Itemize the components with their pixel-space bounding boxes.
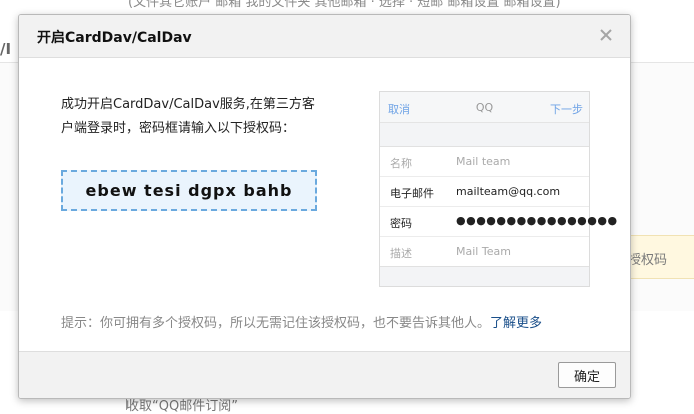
- row-label: 电子邮件: [390, 187, 434, 200]
- ok-button[interactable]: 确定: [558, 362, 616, 388]
- phone-nav-bar: QQ 取消 下一步: [380, 92, 589, 123]
- hint-message: 提示：你可拥有多个授权码，所以无需记住该授权码，也不要告诉其他人。: [61, 316, 491, 331]
- row-value: mailteam@qq.com: [456, 185, 561, 198]
- row-value: Mail team: [456, 155, 511, 168]
- background-badge-text: 授权码: [628, 253, 668, 268]
- phone-nav-next: 下一步: [550, 103, 583, 116]
- phone-row-password: 密码 ●●●●●●●●●●●●●●●●: [380, 207, 617, 237]
- hint-text: 提示：你可拥有多个授权码，所以无需记住该授权码，也不要告诉其他人。了解更多: [61, 312, 621, 331]
- dialog-footer: 确定: [19, 351, 630, 398]
- carddav-dialog: 开启CardDav/CalDav 成功开启CardDav/CalDav服务,在第…: [18, 14, 631, 399]
- auth-code[interactable]: ebew tesi dgpx bahb: [63, 172, 315, 209]
- background-top-text: (文件其它账户 邮箱 我的文件夹 其他邮箱 · 选择 · 短邮 邮箱设置 邮箱设…: [128, 0, 561, 10]
- row-value: Mail Team: [456, 245, 511, 258]
- close-icon[interactable]: [596, 25, 616, 45]
- row-value: ●●●●●●●●●●●●●●●●: [456, 214, 618, 227]
- phone-row-name: 名称 Mail team: [380, 147, 589, 177]
- intro-text: 成功开启CardDav/CalDav服务,在第三方客 户端登录时，密码框请输入以…: [61, 93, 353, 141]
- background-left-fragment: /I: [0, 40, 12, 58]
- row-label: 描述: [390, 247, 412, 260]
- close-icon-glyph: [600, 29, 612, 41]
- learn-more-link[interactable]: 了解更多: [490, 316, 542, 331]
- auth-code-box[interactable]: ebew tesi dgpx bahb: [61, 170, 317, 211]
- phone-nav-cancel: 取消: [388, 103, 410, 116]
- phone-preview: QQ 取消 下一步 名称 Mail team 电子邮件 mailteam@qq.…: [379, 91, 617, 287]
- intro-line-1: 成功开启CardDav/CalDav服务,在第三方客: [61, 97, 315, 112]
- row-label: 名称: [390, 157, 412, 170]
- phone-row-description: 描述 Mail Team: [380, 237, 589, 266]
- dialog-title: 开启CardDav/CalDav: [37, 30, 192, 46]
- intro-line-2: 户端登录时，密码框请输入以下授权码：: [61, 121, 296, 136]
- phone-form: 名称 Mail team 电子邮件 mailteam@qq.com 密码 ●●●…: [380, 146, 617, 267]
- dialog-header: 开启CardDav/CalDav: [19, 15, 630, 58]
- phone-row-email: 电子邮件 mailteam@qq.com: [380, 177, 589, 207]
- row-label: 密码: [390, 217, 412, 230]
